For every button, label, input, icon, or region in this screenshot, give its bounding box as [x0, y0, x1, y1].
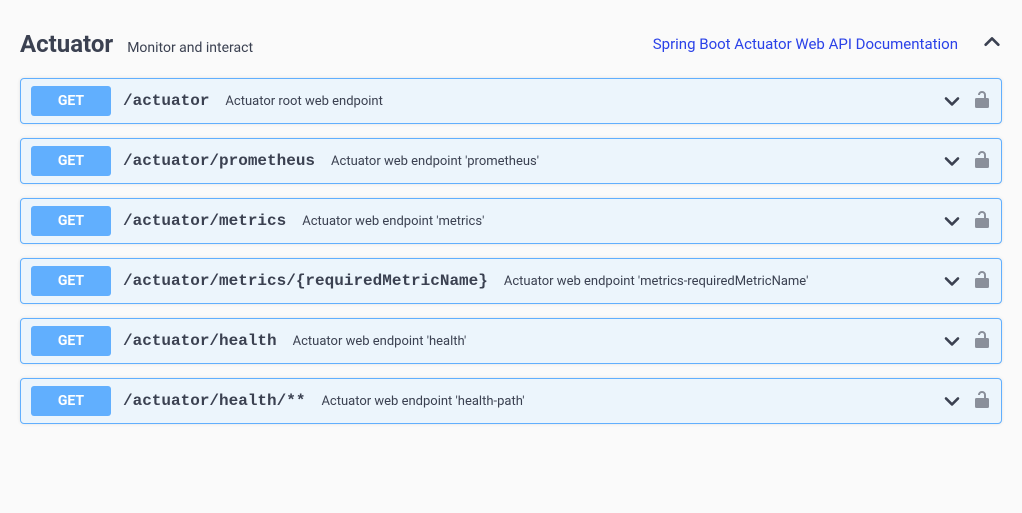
endpoint-row[interactable]: GET /actuator Actuator root web endpoint	[20, 78, 1002, 124]
endpoint-path: /actuator/prometheus	[123, 152, 315, 170]
http-method-badge: GET	[31, 266, 111, 296]
chevron-down-icon	[943, 152, 961, 171]
endpoint-description: Actuator web endpoint 'health'	[289, 334, 931, 349]
expand-toggle[interactable]	[943, 92, 961, 110]
section-header-right: Spring Boot Actuator Web API Documentati…	[653, 34, 1002, 54]
section-title: Actuator	[20, 30, 113, 58]
chevron-down-icon	[943, 92, 961, 111]
expand-toggle[interactable]	[943, 212, 961, 230]
endpoint-actions	[943, 152, 991, 170]
http-method-badge: GET	[31, 326, 111, 356]
endpoint-row[interactable]: GET /actuator/health Actuator web endpoi…	[20, 318, 1002, 364]
auth-lock-button[interactable]	[973, 212, 991, 230]
chevron-up-icon	[983, 33, 1001, 55]
endpoint-actions	[943, 272, 991, 290]
section-header-left: Actuator Monitor and interact	[20, 30, 253, 58]
endpoint-description: Actuator web endpoint 'metrics-requiredM…	[500, 274, 931, 289]
chevron-down-icon	[943, 212, 961, 231]
http-method-badge: GET	[31, 386, 111, 416]
http-method-badge: GET	[31, 206, 111, 236]
auth-lock-button[interactable]	[973, 92, 991, 110]
auth-lock-button[interactable]	[973, 272, 991, 290]
endpoint-row[interactable]: GET /actuator/metrics Actuator web endpo…	[20, 198, 1002, 244]
endpoint-row[interactable]: GET /actuator/health/** Actuator web end…	[20, 378, 1002, 424]
endpoint-actions	[943, 332, 991, 350]
expand-toggle[interactable]	[943, 272, 961, 290]
endpoint-actions	[943, 92, 991, 110]
chevron-down-icon	[943, 332, 961, 351]
auth-lock-button[interactable]	[973, 332, 991, 350]
lock-open-icon	[975, 270, 989, 292]
endpoint-row[interactable]: GET /actuator/metrics/{requiredMetricNam…	[20, 258, 1002, 304]
section-subtitle: Monitor and interact	[127, 40, 253, 56]
auth-lock-button[interactable]	[973, 152, 991, 170]
endpoint-description: Actuator web endpoint 'metrics'	[298, 214, 931, 229]
http-method-badge: GET	[31, 86, 111, 116]
lock-open-icon	[975, 90, 989, 112]
http-method-badge: GET	[31, 146, 111, 176]
endpoint-path: /actuator/health/**	[123, 392, 305, 410]
section-collapse-toggle[interactable]	[982, 34, 1002, 54]
endpoint-description: Actuator web endpoint 'health-path'	[317, 394, 931, 409]
expand-toggle[interactable]	[943, 332, 961, 350]
endpoint-actions	[943, 212, 991, 230]
lock-open-icon	[975, 390, 989, 412]
endpoint-path: /actuator/metrics	[123, 212, 286, 230]
endpoint-description: Actuator root web endpoint	[221, 94, 931, 109]
expand-toggle[interactable]	[943, 152, 961, 170]
endpoint-path: /actuator	[123, 92, 209, 110]
lock-open-icon	[975, 330, 989, 352]
lock-open-icon	[975, 210, 989, 232]
auth-lock-button[interactable]	[973, 392, 991, 410]
expand-toggle[interactable]	[943, 392, 961, 410]
chevron-down-icon	[943, 272, 961, 291]
chevron-down-icon	[943, 392, 961, 411]
endpoints-list: GET /actuator Actuator root web endpoint…	[20, 78, 1002, 424]
endpoint-path: /actuator/metrics/{requiredMetricName}	[123, 272, 488, 290]
lock-open-icon	[975, 150, 989, 172]
endpoint-actions	[943, 392, 991, 410]
docs-link[interactable]: Spring Boot Actuator Web API Documentati…	[653, 35, 958, 53]
endpoint-description: Actuator web endpoint 'prometheus'	[327, 154, 931, 169]
endpoint-path: /actuator/health	[123, 332, 277, 350]
endpoint-row[interactable]: GET /actuator/prometheus Actuator web en…	[20, 138, 1002, 184]
section-header: Actuator Monitor and interact Spring Boo…	[20, 20, 1002, 78]
